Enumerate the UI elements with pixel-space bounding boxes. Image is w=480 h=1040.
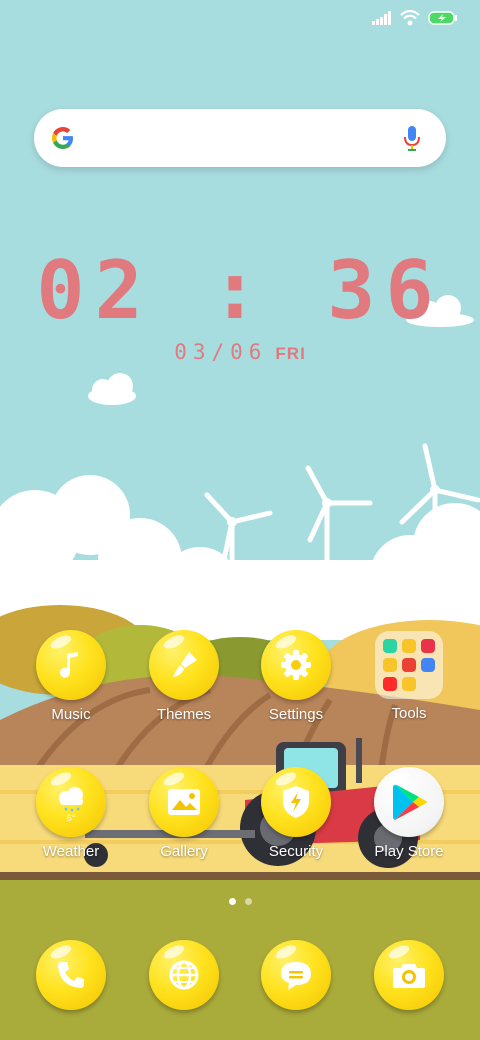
- clock-time[interactable]: 02 : 36: [0, 244, 480, 337]
- app-label: Gallery: [160, 843, 208, 860]
- app-themes[interactable]: Themes: [129, 630, 239, 723]
- google-search-bar[interactable]: [34, 109, 446, 167]
- globe-icon: [149, 940, 219, 1010]
- wifi-icon: [400, 10, 420, 26]
- signal-icon: [372, 11, 391, 25]
- dock-phone[interactable]: [16, 940, 126, 1010]
- app-gallery[interactable]: Gallery: [129, 767, 239, 860]
- date-text: 03/06: [174, 340, 268, 364]
- dock-camera[interactable]: [354, 940, 464, 1010]
- dock-browser[interactable]: [129, 940, 239, 1010]
- battery-charging-icon: [428, 11, 457, 25]
- play-store-icon: [374, 767, 444, 837]
- app-weather[interactable]: 6° Weather: [16, 767, 126, 860]
- page-dot[interactable]: [244, 898, 252, 905]
- message-icon: [261, 940, 331, 1010]
- app-label: Security: [268, 843, 324, 860]
- clock-date[interactable]: 03/06 FRI: [0, 340, 480, 364]
- paintbrush-icon: [149, 630, 219, 700]
- gear-icon: [261, 630, 331, 700]
- app-settings[interactable]: Settings: [241, 630, 351, 723]
- folder-icon: [375, 631, 443, 699]
- weekday-text: FRI: [275, 344, 306, 363]
- page-indicator: [0, 898, 480, 905]
- app-security[interactable]: Security: [241, 767, 351, 860]
- shield-icon: [261, 767, 331, 837]
- phone-icon: [36, 940, 106, 1010]
- app-label: Tools: [391, 705, 427, 722]
- app-label: Play Store: [374, 843, 444, 860]
- weather-icon: 6°: [36, 767, 106, 837]
- app-music[interactable]: Music: [16, 630, 126, 723]
- app-play-store[interactable]: Play Store: [354, 767, 464, 860]
- camera-icon: [374, 940, 444, 1010]
- app-label: Themes: [156, 706, 212, 723]
- google-g-icon: [52, 127, 73, 149]
- image-icon: [149, 767, 219, 837]
- app-label: Music: [51, 706, 91, 723]
- music-note-icon: [36, 630, 106, 700]
- mic-icon[interactable]: [402, 125, 422, 153]
- status-bar: [372, 10, 458, 26]
- weather-temperature: 6°: [67, 813, 76, 822]
- app-label: Settings: [268, 706, 324, 723]
- folder-tools[interactable]: Tools: [354, 630, 464, 722]
- dock-messages[interactable]: [241, 940, 351, 1010]
- page-dot-active[interactable]: [228, 898, 236, 905]
- app-label: Weather: [42, 843, 100, 860]
